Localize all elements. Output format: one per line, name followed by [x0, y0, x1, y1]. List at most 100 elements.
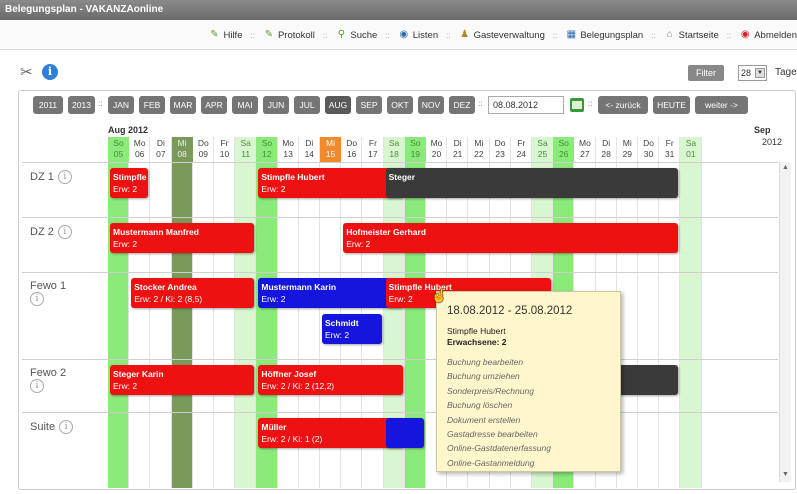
tools-icon[interactable]: ✂: [20, 65, 33, 80]
info-icon[interactable]: i: [57, 170, 72, 184]
days-select[interactable]: 28 ▼: [738, 65, 767, 81]
popup-menu-item[interactable]: Buchung löschen: [447, 398, 610, 412]
month-button-apr[interactable]: APR: [201, 96, 227, 114]
logout-icon: ◉: [740, 29, 750, 40]
info-icon[interactable]: i: [42, 64, 58, 80]
date-input[interactable]: 08.08.2012: [488, 96, 564, 114]
row-divider: [22, 162, 778, 163]
day-header-21: Di 21: [447, 137, 468, 162]
year-2013-button[interactable]: 2013: [68, 96, 95, 114]
info-icon[interactable]: i: [30, 379, 44, 393]
popup-menu-item[interactable]: Online-Gastanmeldung: [447, 456, 610, 470]
booking-guest-name: Höffner Josef: [261, 369, 317, 379]
row-divider: [22, 412, 778, 413]
row-divider: [22, 272, 778, 273]
day-name: Di: [602, 138, 611, 148]
separator: ::: [478, 99, 483, 108]
popup-menu-item[interactable]: Dokument erstellen: [447, 413, 610, 427]
day-name: Do: [346, 138, 358, 148]
month-button-mar[interactable]: MAR: [170, 96, 196, 114]
day-name: Do: [197, 138, 209, 148]
vertical-scrollbar[interactable]: ▲ ▼: [779, 162, 791, 482]
info-icon[interactable]: i: [57, 225, 72, 239]
day-name: Do: [494, 138, 506, 148]
month-button-aug[interactable]: AUG: [325, 96, 351, 114]
booking-details: Erw: 2: [346, 239, 371, 249]
popup-menu-item[interactable]: Sonderpreis/Rechnung: [447, 384, 610, 398]
days-value: 28: [741, 68, 752, 78]
nav-item-belegungsplan[interactable]: ▦ Belegungsplan: [565, 29, 644, 41]
booking-details: Erw: 2 / Ki: 2 (8,5): [134, 294, 203, 304]
day-name: So: [558, 138, 569, 148]
nav-separator: ::: [322, 30, 328, 40]
back-button[interactable]: <- zurück: [598, 96, 648, 114]
booking-bar[interactable]: Steger Karin Erw: 2: [110, 365, 255, 395]
popup-menu-item[interactable]: Gastadresse bearbeiten: [447, 427, 610, 441]
day-number: 29: [622, 149, 633, 159]
info-icon[interactable]: i: [59, 420, 74, 434]
year-2011-button[interactable]: 2011: [33, 96, 63, 114]
month-button-okt[interactable]: OKT: [387, 96, 413, 114]
nav-item-suche[interactable]: ⚲ Suche: [335, 29, 378, 41]
filter-button[interactable]: Filter: [688, 65, 724, 81]
hand-cursor-icon: ☝: [431, 288, 448, 303]
booking-bar[interactable]: Schmidt Erw: 2: [322, 314, 382, 344]
booking-bar[interactable]: Stimpfle Hubert Erw: 2: [258, 168, 403, 198]
popup-menu-item[interactable]: Buchung umziehen: [447, 369, 610, 383]
month-button-sep[interactable]: SEP: [356, 96, 382, 114]
booking-details: Erw: 2 / Ki: 2 (12,2): [261, 381, 335, 391]
forward-button[interactable]: weiter ->: [695, 96, 748, 114]
month-button-dez[interactable]: DEZ: [449, 96, 475, 114]
month-button-feb[interactable]: FEB: [139, 96, 165, 114]
booking-bar[interactable]: Mustermann Karin Erw: 2: [258, 278, 403, 308]
booking-bar[interactable]: Hofmeister Gerhard Erw: 2: [343, 223, 679, 253]
month-button-nov[interactable]: NOV: [418, 96, 444, 114]
month-button-mai[interactable]: MAI: [232, 96, 258, 114]
scroll-down-icon[interactable]: ▼: [782, 471, 789, 478]
room-name: DZ 2: [30, 226, 54, 238]
booking-bar[interactable]: Müller Erw: 2 / Ki: 1 (2): [258, 418, 403, 448]
separator: ::: [588, 99, 593, 108]
nav-item-protokoll[interactable]: ✎ Protokoll: [263, 29, 315, 41]
month-button-jul[interactable]: JUL: [294, 96, 320, 114]
nav-label: Suche: [350, 29, 378, 41]
calendar-icon[interactable]: [570, 98, 584, 112]
day-number: 09: [198, 149, 209, 159]
booking-bar[interactable]: Höffner Josef Erw: 2 / Ki: 2 (12,2): [258, 365, 403, 395]
booking-details: Erw: 2: [113, 184, 138, 194]
scroll-up-icon[interactable]: ▲: [782, 164, 789, 171]
day-header-31: Fr 31: [659, 137, 680, 162]
day-header-08: Mi 08: [171, 137, 193, 162]
day-number: 16: [346, 149, 357, 159]
nav-menu: ✎ Hilfe:: ✎ Protokoll:: ⚲ Suche:: ◉ Listen:: ♟ Ga…: [208, 20, 797, 50]
day-header-26: So 26: [553, 137, 575, 162]
booking-bar[interactable]: Mustermann Manfred Erw: 2: [110, 223, 255, 253]
booking-bar[interactable]: Stimpfle Hubert Erw: 2: [110, 168, 149, 198]
nav-item-listen[interactable]: ◉ Listen: [398, 29, 438, 41]
month-button-jan[interactable]: JAN: [108, 96, 134, 114]
nav-label: Startseite: [678, 29, 719, 41]
booking-bar[interactable]: [385, 418, 424, 448]
month-button-jun[interactable]: JUN: [263, 96, 289, 114]
day-number: 13: [283, 149, 293, 159]
booking-bar[interactable]: Stocker Andrea Erw: 2 / Ki: 2 (8,5): [131, 278, 255, 308]
popup-menu-item[interactable]: Online-Gastdatenerfassung: [447, 441, 610, 455]
info-icon[interactable]: i: [30, 292, 44, 306]
day-column: [235, 137, 257, 488]
booking-details: Erw: 2: [325, 330, 350, 340]
day-number: 01: [686, 149, 696, 159]
day-number: 18: [389, 149, 399, 159]
day-header-29: Mi 29: [617, 137, 638, 162]
nav-item-abmelden[interactable]: ◉ Abmelden: [739, 29, 797, 41]
nav-item-gasteverwaltung[interactable]: ♟ Gasteverwaltung: [459, 29, 545, 41]
booking-bar[interactable]: Steger: [385, 168, 679, 198]
nav-label: Belegungsplan: [580, 29, 644, 41]
today-button[interactable]: HEUTE: [653, 96, 690, 114]
day-header-16: Do 16: [341, 137, 362, 162]
day-name: Sa: [685, 138, 697, 148]
nav-item-startseite[interactable]: ⌂ Startseite: [664, 29, 719, 41]
nav-item-hilfe[interactable]: ✎ Hilfe: [208, 29, 242, 41]
day-name: Mo: [133, 138, 146, 148]
popup-menu-item[interactable]: Buchung bearbeiten: [447, 355, 610, 369]
toolbar: ✂ i Filter 28 ▼ Tage: [0, 58, 797, 86]
